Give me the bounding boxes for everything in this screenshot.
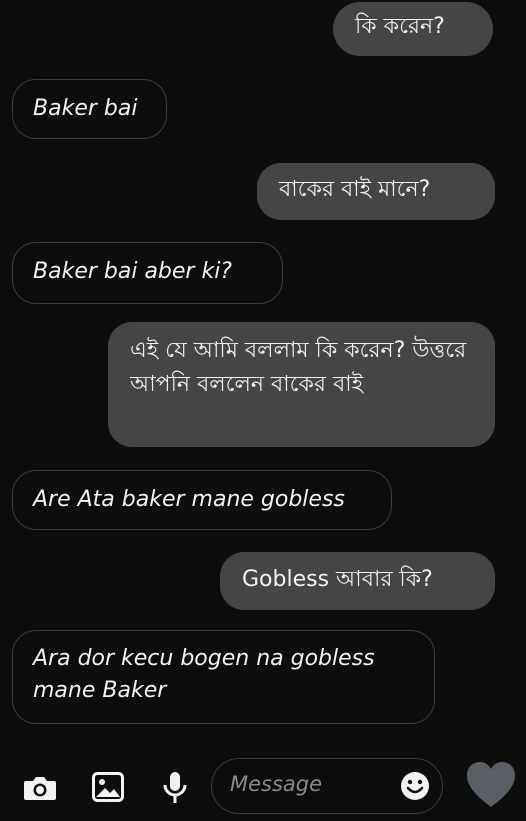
message-text: বাকের বাই মানে?: [279, 177, 431, 202]
message-bubble-outgoing[interactable]: কি করেন?: [333, 2, 493, 56]
message-placeholder: Message: [230, 772, 323, 796]
message-text: Baker bai aber ki?: [33, 259, 232, 284]
message-bubble-outgoing[interactable]: Gobless আবার কি?: [220, 552, 495, 610]
message-bubble-incoming[interactable]: Are Ata baker mane gobless: [12, 470, 392, 530]
emoji-icon[interactable]: [400, 771, 430, 805]
message-text: কি করেন?: [355, 14, 445, 39]
message-bubble-incoming[interactable]: Baker bai: [12, 79, 167, 139]
camera-icon[interactable]: [23, 774, 57, 806]
message-text: Gobless আবার কি?: [242, 567, 433, 592]
microphone-icon[interactable]: [162, 770, 188, 810]
message-input[interactable]: Message: [211, 758, 443, 814]
heart-icon[interactable]: [465, 761, 517, 813]
message-bubble-incoming[interactable]: Ara dor kecu bogen na gobless mane Baker: [12, 630, 435, 724]
message-text: Ara dor kecu bogen na gobless mane Baker: [33, 646, 375, 703]
gallery-icon[interactable]: [92, 772, 124, 806]
message-composer: Message: [0, 748, 526, 821]
message-bubble-outgoing[interactable]: এই যে আমি বললাম কি করেন? উত্তরে আপনি বলল…: [108, 322, 495, 447]
message-bubble-outgoing[interactable]: বাকের বাই মানে?: [257, 163, 495, 220]
message-bubble-incoming[interactable]: Baker bai aber ki?: [12, 242, 283, 304]
message-text: Baker bai: [33, 96, 138, 121]
message-text: Are Ata baker mane gobless: [33, 487, 345, 512]
message-text: এই যে আমি বললাম কি করেন? উত্তরে আপনি বলল…: [130, 338, 467, 398]
